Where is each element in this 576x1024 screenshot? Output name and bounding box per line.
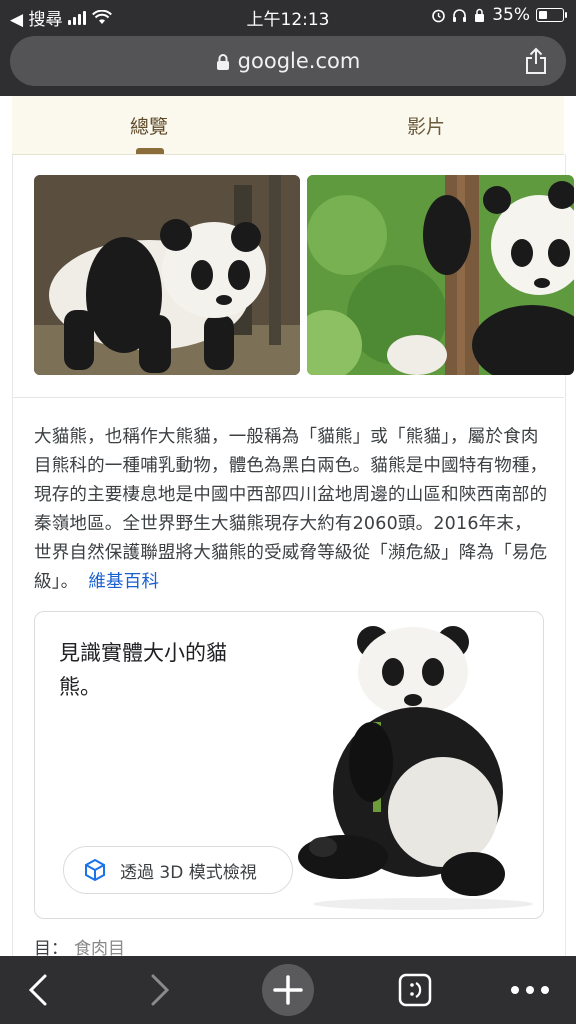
taxonomy-label: 目： xyxy=(34,939,68,956)
panda-photo-2[interactable] xyxy=(307,175,574,375)
back-button[interactable] xyxy=(14,956,62,1024)
taxonomy-order-row: 目： 食肉目 xyxy=(34,934,125,956)
panda-3d-preview-image xyxy=(298,626,533,910)
panda-walking-image xyxy=(34,175,300,375)
tab-videos[interactable]: 影片 xyxy=(407,112,445,139)
share-icon[interactable] xyxy=(524,47,548,75)
knowledge-panel-tabs: 總覽 影片 xyxy=(12,96,564,155)
address-text-container: google.com xyxy=(10,49,566,73)
battery-percentage: 35% xyxy=(492,5,530,25)
tab-selected-indicator xyxy=(136,148,164,154)
section-divider xyxy=(12,397,564,398)
taxonomy-value[interactable]: 食肉目 xyxy=(74,939,125,956)
alarm-icon xyxy=(432,9,446,22)
ar-card-title: 見識實體大小的貓熊。 xyxy=(59,641,227,699)
3d-cube-icon xyxy=(85,858,105,882)
lock-icon xyxy=(216,54,229,70)
wikipedia-link[interactable]: 維基百科 xyxy=(88,572,159,592)
orientation-lock-icon xyxy=(475,8,485,22)
panda-description: 大貓熊，也稱作大熊貓，一般稱為「貓熊」或「熊貓」，屬於食肉目熊科的一種哺乳動物，… xyxy=(34,423,549,597)
more-menu-button[interactable] xyxy=(502,956,558,1024)
url-text: google.com xyxy=(237,49,361,73)
page-content: 總覽 影片 大貓熊，也稱作大熊貓，一般稱為「貓熊」或「熊貓」，屬於食肉目熊科的一… xyxy=(0,96,576,956)
browser-top-chrome: ◀ 搜尋 上午12:13 35% google.com xyxy=(0,0,576,96)
headphones-icon xyxy=(453,8,467,22)
view-in-3d-label: 透過 3D 模式檢視 xyxy=(120,862,257,883)
status-right: 35% xyxy=(431,5,567,25)
image-carousel xyxy=(34,175,574,375)
view-in-3d-button[interactable]: 透過 3D 模式檢視 xyxy=(63,846,293,894)
address-bar[interactable]: google.com xyxy=(10,36,566,86)
battery-icon xyxy=(536,8,567,22)
panda-climbing-tree-image xyxy=(307,175,574,375)
panda-photo-1[interactable] xyxy=(34,175,300,375)
tabs-button[interactable] xyxy=(390,956,440,1024)
tab-overview[interactable]: 總覽 xyxy=(130,112,168,139)
browser-bottom-toolbar xyxy=(0,956,576,1024)
plus-circle-icon xyxy=(262,964,314,1016)
chevron-left-icon xyxy=(28,974,47,1006)
chevron-right-icon xyxy=(151,974,170,1006)
more-dots-icon xyxy=(511,986,549,994)
tabs-smiley-icon xyxy=(398,973,432,1007)
description-text: 大貓熊，也稱作大熊貓，一般稱為「貓熊」或「熊貓」，屬於食肉目熊科的一種哺乳動物，… xyxy=(34,427,548,592)
forward-button[interactable] xyxy=(136,956,184,1024)
new-tab-button[interactable] xyxy=(258,956,318,1024)
status-bar: ◀ 搜尋 上午12:13 35% xyxy=(0,0,576,30)
view-in-3d-card[interactable]: 見識實體大小的貓熊。 透過 3D 模式檢視 xyxy=(34,611,544,919)
